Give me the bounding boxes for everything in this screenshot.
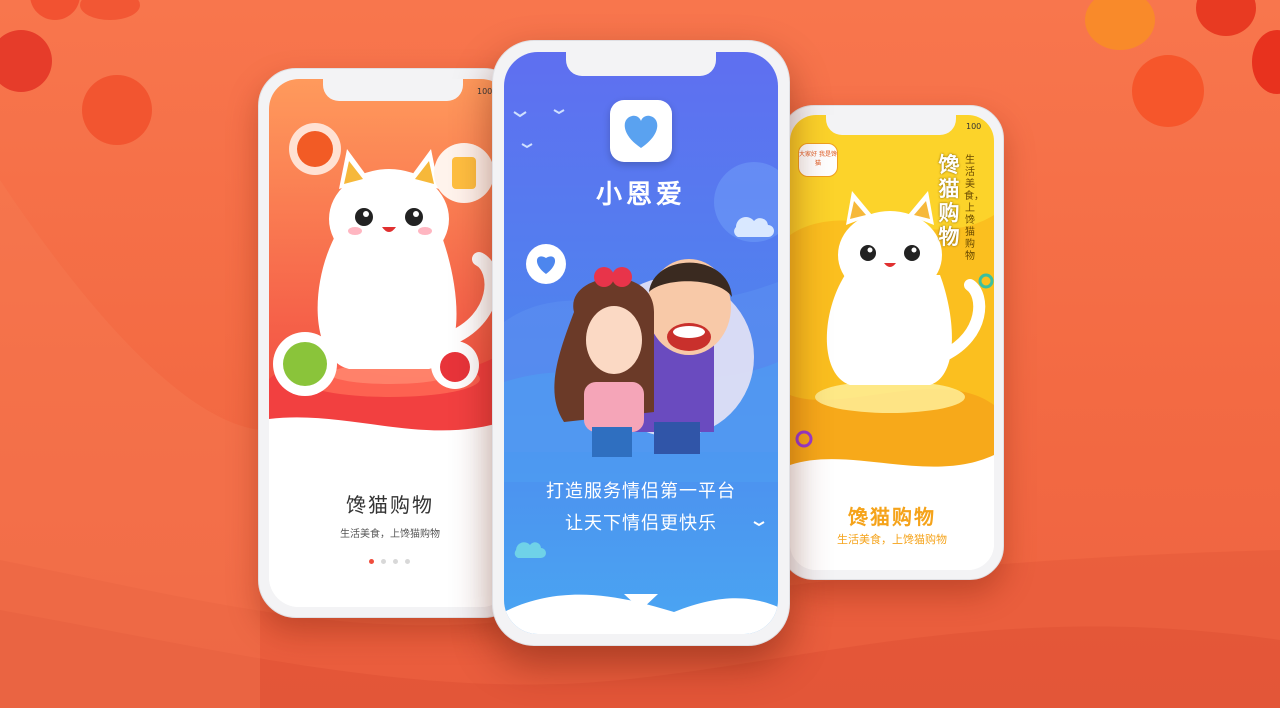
screen-left[interactable]: 100 馋猫购物 生活美食，上馋猫购物: [269, 79, 511, 607]
page-dot[interactable]: [405, 559, 410, 564]
slogan-line2: 让天下情侣更快乐: [565, 513, 717, 534]
page-indicator[interactable]: [369, 559, 410, 564]
page-dot[interactable]: [381, 559, 386, 564]
decor-bubble: [1132, 55, 1204, 127]
phone-notch: [826, 115, 956, 135]
speech-bubble: 大家好 我是馋猫: [798, 143, 838, 177]
vertical-subtitle: 生活美食，上馋猫购物: [964, 155, 984, 262]
status-battery: 100: [966, 122, 982, 131]
slogan-line1: 打造服务情侣第一平台: [546, 481, 736, 502]
next-button[interactable]: [622, 592, 660, 614]
app-name: 小恩爱: [595, 180, 686, 210]
right-title: 馋猫购物: [848, 505, 936, 529]
screen-center[interactable]: 小恩爱 打造服务情侣第一平台 让天下情侣更快乐: [504, 52, 778, 634]
page-dot[interactable]: [393, 559, 398, 564]
chevron-down-icon: [624, 594, 658, 610]
decor-bubble: [82, 75, 152, 145]
screen-right[interactable]: 100 大家好 我是馋猫 馋猫购物 生活美食，上馋猫购物 馋猫购物 生活美食，上…: [790, 115, 994, 570]
phone-center: 小恩爱 打造服务情侣第一平台 让天下情侣更快乐: [492, 40, 790, 646]
phone-notch: [566, 52, 716, 76]
vertical-title: 馋猫购物: [938, 153, 960, 249]
right-subtitle: 生活美食，上馋猫购物: [837, 533, 947, 546]
page-dot-active[interactable]: [369, 559, 374, 564]
phone-left: 100 馋猫购物 生活美食，上馋猫购物: [258, 68, 522, 618]
app-icon: [610, 100, 672, 162]
left-subtitle: 生活美食，上馋猫购物: [340, 529, 440, 540]
phone-notch: [323, 79, 463, 101]
phone-right: 100 大家好 我是馋猫 馋猫购物 生活美食，上馋猫购物 馋猫购物 生活美食，上…: [780, 105, 1004, 580]
status-battery: 100: [477, 87, 493, 96]
left-title: 馋猫购物: [346, 493, 434, 517]
heart-icon: [624, 115, 658, 148]
